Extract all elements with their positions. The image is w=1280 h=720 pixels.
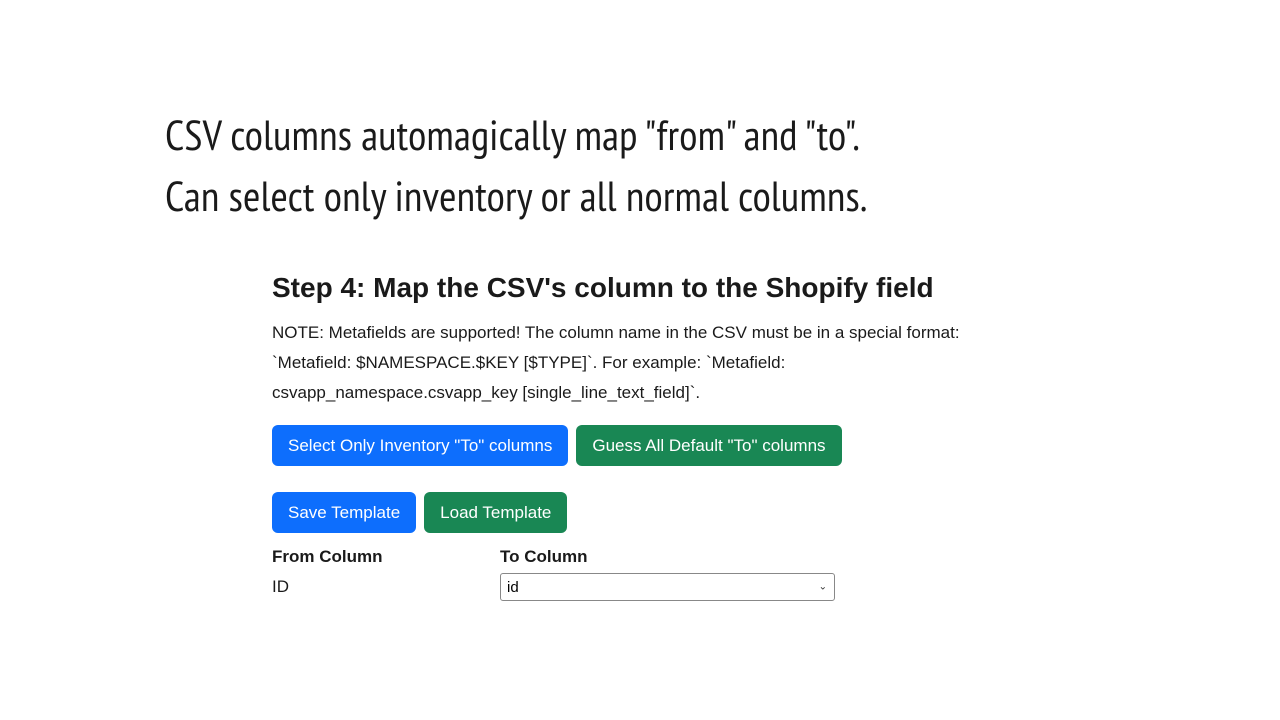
- to-column-header: To Column: [500, 547, 588, 567]
- select-only-inventory-button[interactable]: Select Only Inventory "To" columns: [272, 425, 568, 466]
- hero-line-1: CSV columns automagically map "from" and…: [165, 105, 1115, 166]
- save-template-button[interactable]: Save Template: [272, 492, 416, 533]
- hero-caption: CSV columns automagically map "from" and…: [165, 105, 1115, 227]
- hero-line-2: Can select only inventory or all normal …: [165, 166, 1115, 227]
- column-preset-buttons: Select Only Inventory "To" columns Guess…: [272, 425, 1012, 466]
- from-column-label: ID: [272, 577, 500, 597]
- from-column-header: From Column: [272, 547, 500, 567]
- mapping-panel: Step 4: Map the CSV's column to the Shop…: [272, 272, 1012, 601]
- step-heading: Step 4: Map the CSV's column to the Shop…: [272, 272, 1012, 304]
- guess-default-to-button[interactable]: Guess All Default "To" columns: [576, 425, 841, 466]
- mapping-table-header: From Column To Column: [272, 547, 1012, 567]
- load-template-button[interactable]: Load Template: [424, 492, 567, 533]
- metafields-note: NOTE: Metafields are supported! The colu…: [272, 318, 1002, 407]
- template-buttons: Save Template Load Template: [272, 492, 1012, 533]
- to-column-select[interactable]: id: [500, 573, 835, 601]
- to-column-select-wrap: id ⌄: [500, 573, 835, 601]
- mapping-row: ID id ⌄: [272, 573, 1012, 601]
